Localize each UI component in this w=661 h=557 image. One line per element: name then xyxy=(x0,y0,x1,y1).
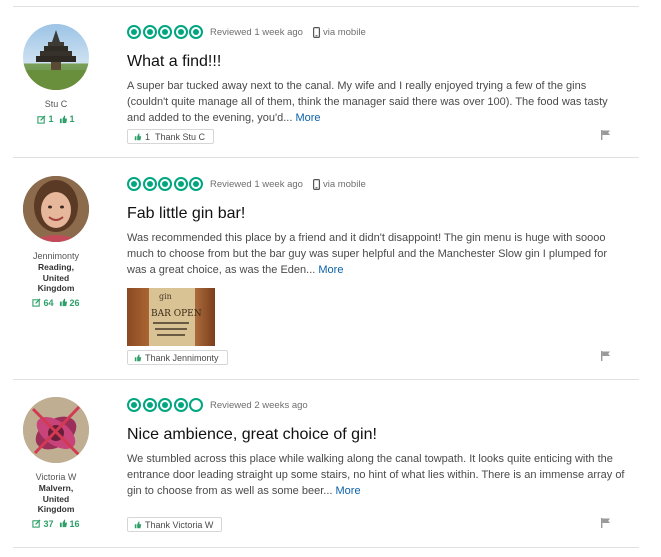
thumbs-up-icon xyxy=(134,353,142,361)
reviewer-name[interactable]: Stu C xyxy=(14,99,98,110)
rating-bubble-filled xyxy=(142,177,157,191)
thank-button[interactable]: Thank Victoria W xyxy=(127,517,223,532)
thank-label: Thank Jennimonty xyxy=(145,352,219,363)
helpful-votes-count: 26 xyxy=(59,298,80,308)
rating-bubble-filled xyxy=(158,177,172,191)
rating-bubble-filled xyxy=(173,398,188,412)
mobile-phone-icon xyxy=(312,178,320,190)
review-title[interactable]: Fab little gin bar! xyxy=(127,204,627,223)
thank-count: 1 xyxy=(145,131,151,142)
avatar[interactable] xyxy=(23,24,89,90)
rating-bubble-filled xyxy=(173,177,188,191)
review-meta: Reviewed 2 weeks ago xyxy=(127,397,627,413)
svg-text:BAR OPEN: BAR OPEN xyxy=(151,309,202,319)
rating-bubble-filled xyxy=(127,398,141,412)
mobile-phone-icon xyxy=(312,26,320,38)
reviewer-stats: 37 16 xyxy=(14,519,98,529)
pencil-icon xyxy=(32,519,42,528)
contributions-count: 37 xyxy=(32,519,54,529)
thumbs-up-icon xyxy=(134,132,142,140)
rating-bubble-filled xyxy=(127,177,141,191)
review-title[interactable]: What a find!!! xyxy=(127,52,627,71)
thank-button[interactable]: Thank Jennimonty xyxy=(127,350,228,365)
review-meta: Reviewed 1 week ago via mobile xyxy=(127,24,627,40)
rating-bubble-filled xyxy=(158,25,172,39)
rating-bubble-filled xyxy=(158,398,172,412)
rating-bubble-filled xyxy=(142,398,157,412)
review-body: We stumbled across this place while walk… xyxy=(127,453,625,497)
bottom-divider xyxy=(13,547,639,548)
review-content: Reviewed 1 week ago via mobile Fab littl… xyxy=(127,176,627,346)
contributions-count: 64 xyxy=(32,298,54,308)
rating-bubble-filled xyxy=(142,25,157,39)
thumbs-up-icon xyxy=(59,114,67,123)
reviewer-info: Victoria W Malvern, United Kingdom 37 16 xyxy=(14,397,98,529)
rating-bubbles xyxy=(127,177,203,191)
review-content: Reviewed 2 weeks ago Nice ambience, grea… xyxy=(127,397,627,499)
flag-icon[interactable] xyxy=(600,517,611,528)
review-body: A super bar tucked away next to the cana… xyxy=(127,80,608,124)
reviewer-name[interactable]: Victoria W xyxy=(14,472,98,483)
avatar[interactable] xyxy=(23,176,89,242)
reviewer-stats: 1 1 xyxy=(14,114,98,124)
more-link[interactable]: More xyxy=(295,112,320,124)
flag-icon[interactable] xyxy=(600,350,611,361)
review-date: Reviewed 1 week ago xyxy=(210,26,303,38)
contributions-count: 1 xyxy=(37,114,54,124)
rating-bubbles xyxy=(127,25,203,39)
thank-label: Thank Stu C xyxy=(155,131,206,142)
review-divider xyxy=(13,379,639,380)
reviewer-location: Reading, United Kingdom xyxy=(37,262,75,293)
review-body: Was recommended this place by a friend a… xyxy=(127,232,607,276)
review-date: Reviewed 2 weeks ago xyxy=(210,399,308,411)
rating-bubble-filled xyxy=(127,25,141,39)
thank-button[interactable]: 1 Thank Stu C xyxy=(127,129,215,144)
review-title[interactable]: Nice ambience, great choice of gin! xyxy=(127,425,627,444)
reviewer-location: Malvern, United Kingdom xyxy=(37,483,75,514)
photo-sign-image: gin BAR OPEN xyxy=(149,288,202,346)
helpful-votes-count: 16 xyxy=(59,519,80,529)
rating-bubble-empty xyxy=(189,398,203,412)
rating-bubble-filled xyxy=(189,25,203,39)
helpful-votes-count: 1 xyxy=(59,114,75,124)
thumbs-up-icon xyxy=(59,519,67,528)
review-date: Reviewed 1 week ago xyxy=(210,178,303,190)
rating-bubbles xyxy=(127,398,203,412)
woman-avatar xyxy=(23,176,89,242)
via-mobile: via mobile xyxy=(312,178,366,190)
more-link[interactable]: More xyxy=(318,264,343,276)
review-meta: Reviewed 1 week ago via mobile xyxy=(127,176,627,192)
reviewer-name[interactable]: Jennimonty xyxy=(14,251,98,262)
rating-bubble-filled xyxy=(173,25,188,39)
review-photo[interactable]: gin BAR OPEN xyxy=(127,288,215,346)
flower-avatar xyxy=(23,397,89,463)
top-divider xyxy=(13,6,639,7)
via-mobile: via mobile xyxy=(312,26,366,38)
avatar[interactable] xyxy=(23,397,89,463)
more-link[interactable]: More xyxy=(336,485,361,497)
rating-bubble-filled xyxy=(189,177,203,191)
review-divider xyxy=(13,157,639,158)
pencil-icon xyxy=(32,298,42,307)
svg-text:gin: gin xyxy=(159,292,172,301)
reviewer-stats: 64 26 xyxy=(14,298,98,308)
review-content: Reviewed 1 week ago via mobile What a fi… xyxy=(127,24,627,126)
flag-icon[interactable] xyxy=(600,129,611,140)
pencil-icon xyxy=(37,114,47,124)
temple-avatar xyxy=(23,30,89,90)
thumbs-up-icon xyxy=(134,520,142,528)
reviewer-info: Jennimonty Reading, United Kingdom 64 26 xyxy=(14,176,98,308)
thank-label: Thank Victoria W xyxy=(145,519,214,530)
thumbs-up-icon xyxy=(59,298,67,307)
reviewer-info: Stu C 1 1 xyxy=(14,24,98,124)
